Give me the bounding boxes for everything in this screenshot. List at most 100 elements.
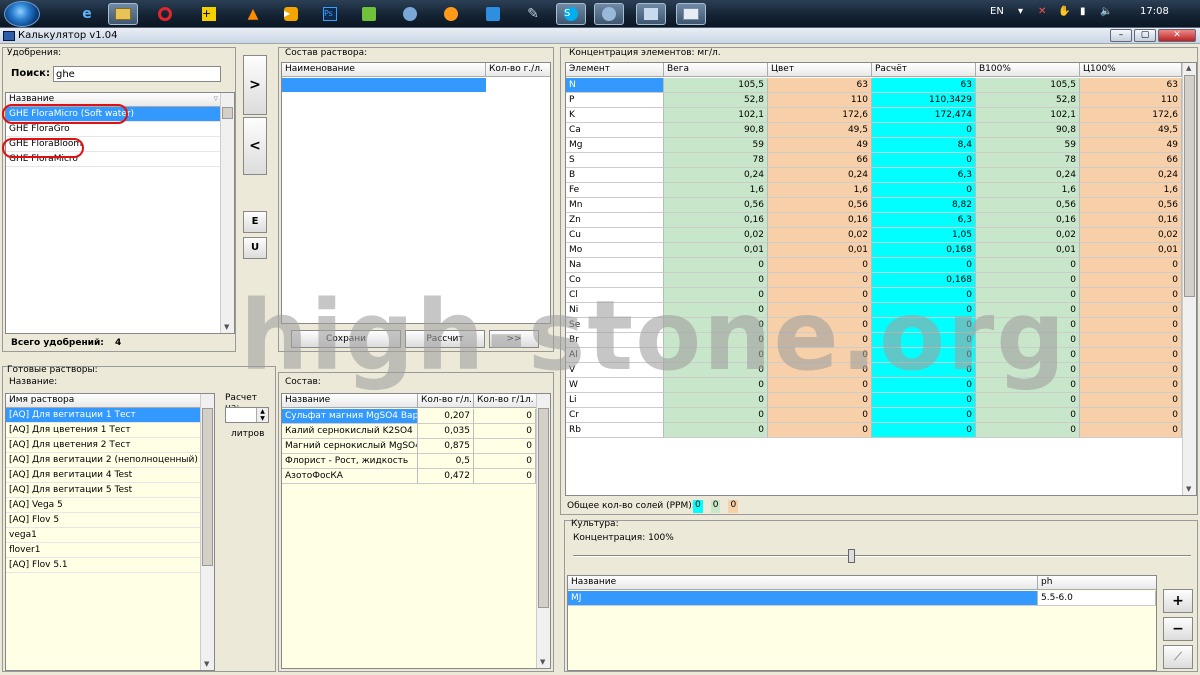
add-to-solution-button[interactable]: > [243, 55, 267, 115]
edit-button[interactable]: E [243, 211, 267, 233]
ready-solution-item[interactable]: [AQ] Для цветения 2 Тест [6, 438, 200, 453]
more-button[interactable]: >> [489, 330, 539, 348]
element-row[interactable]: N 105,5 63 63 105,5 63 [566, 78, 1182, 93]
ready-solution-item[interactable]: [AQ] Для вегитации 5 Test [6, 483, 200, 498]
orange-app-icon[interactable] [436, 3, 466, 25]
element-row[interactable]: Rb 0 0 0 0 0 [566, 423, 1182, 438]
chart-icon[interactable]: ⟋ [1163, 645, 1193, 669]
composition-row[interactable]: Магний сернокислый MgSO4 0,875 0 [282, 439, 536, 454]
composition-scrollbar[interactable]: ▼ [536, 394, 550, 668]
elements-scrollbar[interactable]: ▲ ▼ [1182, 63, 1196, 495]
composition-col-qty2[interactable]: Кол-во г/1л. [474, 394, 536, 408]
skype-icon[interactable]: S [556, 3, 586, 25]
elements-col-header[interactable]: Расчёт [872, 63, 976, 77]
remove-culture-button[interactable]: − [1163, 617, 1193, 641]
vlc-icon[interactable]: ▲ [238, 3, 268, 25]
start-button[interactable] [4, 1, 40, 27]
calculate-button[interactable]: Рассчит [405, 330, 485, 348]
signal-icon[interactable]: ▮ [1080, 6, 1086, 17]
ready-solution-item[interactable]: [AQ] Vega 5 [6, 498, 200, 513]
element-row[interactable]: Zn 0,16 0,16 6,3 0,16 0,16 [566, 213, 1182, 228]
composition-col-name[interactable]: Название [282, 394, 418, 408]
maximize-button[interactable]: ▢ [1134, 29, 1156, 42]
app-yellow-icon[interactable]: + [194, 3, 224, 25]
network-error-icon[interactable]: ✕ [1038, 6, 1046, 17]
element-row[interactable]: Cr 0 0 0 0 0 [566, 408, 1182, 423]
hand-icon[interactable]: ✋ [1058, 6, 1070, 17]
element-row[interactable]: Na 0 0 0 0 0 [566, 258, 1182, 273]
element-row[interactable]: Al 0 0 0 0 0 [566, 348, 1182, 363]
culture-col-ph[interactable]: ph [1038, 576, 1156, 590]
element-row[interactable]: Se 0 0 0 0 0 [566, 318, 1182, 333]
element-row[interactable]: V00000 [566, 363, 1182, 378]
ready-solution-item[interactable]: [AQ] Flov 5 [6, 513, 200, 528]
minimize-button[interactable]: – [1110, 29, 1132, 42]
element-row[interactable]: Mn 0,56 0,56 8,82 0,56 0,56 [566, 198, 1182, 213]
liters-spinner[interactable]: ▲ ▼ [225, 407, 269, 423]
chevron-down-icon[interactable]: ▾ [1018, 6, 1023, 17]
solution-new-row[interactable] [282, 78, 486, 92]
composition-row[interactable]: Флорист - Рост, жидкость 0,5 0 [282, 454, 536, 469]
language-indicator[interactable]: EN [990, 6, 1004, 17]
ready-solution-item[interactable]: [AQ] Для вегитации 2 (неполноценный) [6, 453, 200, 468]
search-input[interactable] [53, 66, 221, 82]
element-row[interactable]: Cu 0,02 0,02 1,05 0,02 0,02 [566, 228, 1182, 243]
globe-icon[interactable] [395, 3, 425, 25]
volume-icon[interactable]: 🔈 [1100, 6, 1112, 17]
element-row[interactable]: Br 0 0 0 0 0 [566, 333, 1182, 348]
element-row[interactable]: Li 0 0 0 0 0 [566, 393, 1182, 408]
media-player-icon[interactable]: ▶ [276, 3, 306, 25]
solution-col-qty[interactable]: Кол-во г./л. [486, 63, 550, 77]
element-row[interactable]: Ni 0 0 0 0 0 [566, 303, 1182, 318]
element-row[interactable]: K 102,1 172,6 172,474 102,1 172,6 [566, 108, 1182, 123]
blue-app-icon[interactable] [478, 3, 508, 25]
element-row[interactable]: S 78 66 0 78 66 [566, 153, 1182, 168]
element-row[interactable]: W00000 [566, 378, 1182, 393]
elements-col-header[interactable]: Элемент [566, 63, 664, 77]
close-button[interactable]: ✕ [1158, 29, 1196, 42]
concentration-slider-thumb[interactable] [848, 549, 856, 563]
fertilizer-item[interactable]: GHE FloraGro [6, 122, 220, 137]
elements-col-header[interactable]: Ц100% [1080, 63, 1182, 77]
ready-solution-item[interactable]: [AQ] Flov 5.1 [6, 558, 200, 573]
elements-col-header[interactable]: Цвет [768, 63, 872, 77]
desktop-app-icon[interactable] [636, 3, 666, 25]
photoshop-icon[interactable]: Ps [315, 3, 345, 25]
element-row[interactable]: Cl 0 0 0 0 0 [566, 288, 1182, 303]
ready-solution-item[interactable]: vega1 [6, 528, 200, 543]
media-center-icon[interactable] [594, 3, 624, 25]
fertilizers-scrollbar[interactable]: ▼ [220, 93, 234, 333]
spinner-arrows-icon[interactable]: ▲ ▼ [256, 408, 268, 422]
update-button[interactable]: U [243, 237, 267, 259]
save-button[interactable]: Сохрани [291, 330, 401, 348]
element-row[interactable]: B 0,24 0,24 6,3 0,24 0,24 [566, 168, 1182, 183]
composition-row[interactable]: Калий сернокислый K2SO4 0,035 0 [282, 424, 536, 439]
solution-col-name[interactable]: Наименование [282, 63, 486, 77]
clock[interactable]: 17:08 [1140, 6, 1169, 17]
element-row[interactable]: Ca 90,8 49,5 0 90,8 49,5 [566, 123, 1182, 138]
ready-solution-item[interactable]: [AQ] Для вегитации 4 Test [6, 468, 200, 483]
explorer-icon[interactable] [108, 3, 138, 25]
add-culture-button[interactable]: + [1163, 589, 1193, 613]
ie-icon[interactable]: e [72, 3, 102, 25]
calculator-app-icon[interactable] [676, 3, 706, 25]
culture-row[interactable]: MJ 5.5-6.0 [568, 591, 1156, 606]
element-row[interactable]: Mg 59 49 8,4 59 49 [566, 138, 1182, 153]
ready-scrollbar[interactable]: ▼ [200, 394, 214, 670]
composition-row[interactable]: АзотоФосКА 0,472 0 [282, 469, 536, 484]
tool-icon[interactable]: ✎ [518, 3, 548, 25]
green-app-icon[interactable] [354, 3, 384, 25]
composition-col-qty[interactable]: Кол-во г/л. [418, 394, 474, 408]
ready-column-header[interactable]: Имя раствора [6, 394, 214, 408]
element-row[interactable]: P 52,8 110 110,3429 52,8 110 [566, 93, 1182, 108]
ready-solution-item[interactable]: flover1 [6, 543, 200, 558]
ready-solution-item[interactable]: [AQ] Для цветения 1 Тест [6, 423, 200, 438]
opera-icon[interactable] [150, 3, 180, 25]
element-row[interactable]: Mo 0,01 0,01 0,168 0,01 0,01 [566, 243, 1182, 258]
elements-col-header[interactable]: В100% [976, 63, 1080, 77]
culture-col-name[interactable]: Название [568, 576, 1038, 590]
remove-from-solution-button[interactable]: < [243, 117, 267, 175]
elements-col-header[interactable]: Вега [664, 63, 768, 77]
composition-row[interactable]: Сульфат магния MgSO4 Вари 0,207 0 [282, 409, 536, 424]
element-row[interactable]: Co 0 0 0,168 0 0 [566, 273, 1182, 288]
